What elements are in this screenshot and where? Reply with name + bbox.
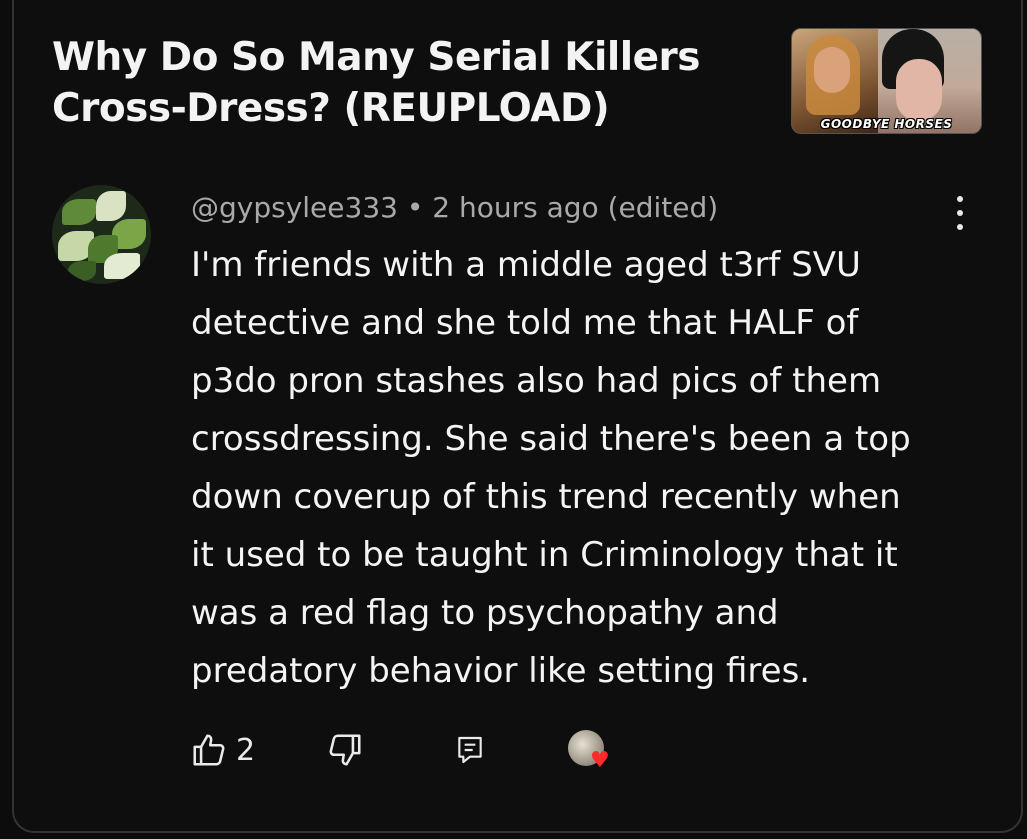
thumbnail-figure-right-face: [896, 59, 942, 121]
heart-icon: ♥: [590, 748, 610, 773]
comment-author-handle[interactable]: @gypsylee333: [191, 191, 398, 224]
more-vertical-icon[interactable]: [948, 196, 972, 230]
creator-heart-badge: ♥: [568, 730, 612, 772]
comment-text: I'm friends with a middle aged t3rf SVU …: [191, 236, 961, 700]
reply-button[interactable]: [454, 728, 486, 772]
comment-timestamp: 2 hours ago (edited): [432, 191, 719, 224]
reply-icon: [458, 736, 482, 764]
commenter-avatar[interactable]: [52, 185, 151, 284]
thumbnail-figure-left-face: [814, 47, 850, 93]
comment-meta: @gypsylee333 • 2 hours ago (edited): [191, 191, 718, 224]
comment-line: it used to be taught in Criminology that…: [191, 535, 898, 575]
dislike-button[interactable]: [326, 728, 364, 772]
like-button[interactable]: 2: [190, 728, 255, 772]
comment-line: detective and she told me that HALF of: [191, 303, 859, 343]
comment-line: p3do pron stashes also had pics of them: [191, 361, 882, 401]
meta-separator: •: [397, 191, 433, 224]
thumbs-down-icon: [329, 734, 361, 766]
comment-line: crossdressing. She said there's been a t…: [191, 419, 911, 459]
comment-line: down coverup of this trend recently when: [191, 477, 901, 517]
comment-line: I'm friends with a middle aged t3rf SVU: [191, 245, 861, 285]
video-thumbnail[interactable]: GOODBYE HORSES: [791, 28, 982, 134]
thumbnail-caption: GOODBYE HORSES: [820, 117, 953, 131]
thumbs-up-icon: [193, 734, 225, 766]
video-title[interactable]: Why Do So Many Serial Killers Cross-Dres…: [52, 32, 752, 134]
comment-line: predatory behavior like setting fires.: [191, 651, 811, 691]
comment-actions: 2 ♥: [190, 728, 630, 772]
comment-line: was a red flag to psychopathy and: [191, 593, 779, 633]
like-count: 2: [236, 732, 256, 768]
